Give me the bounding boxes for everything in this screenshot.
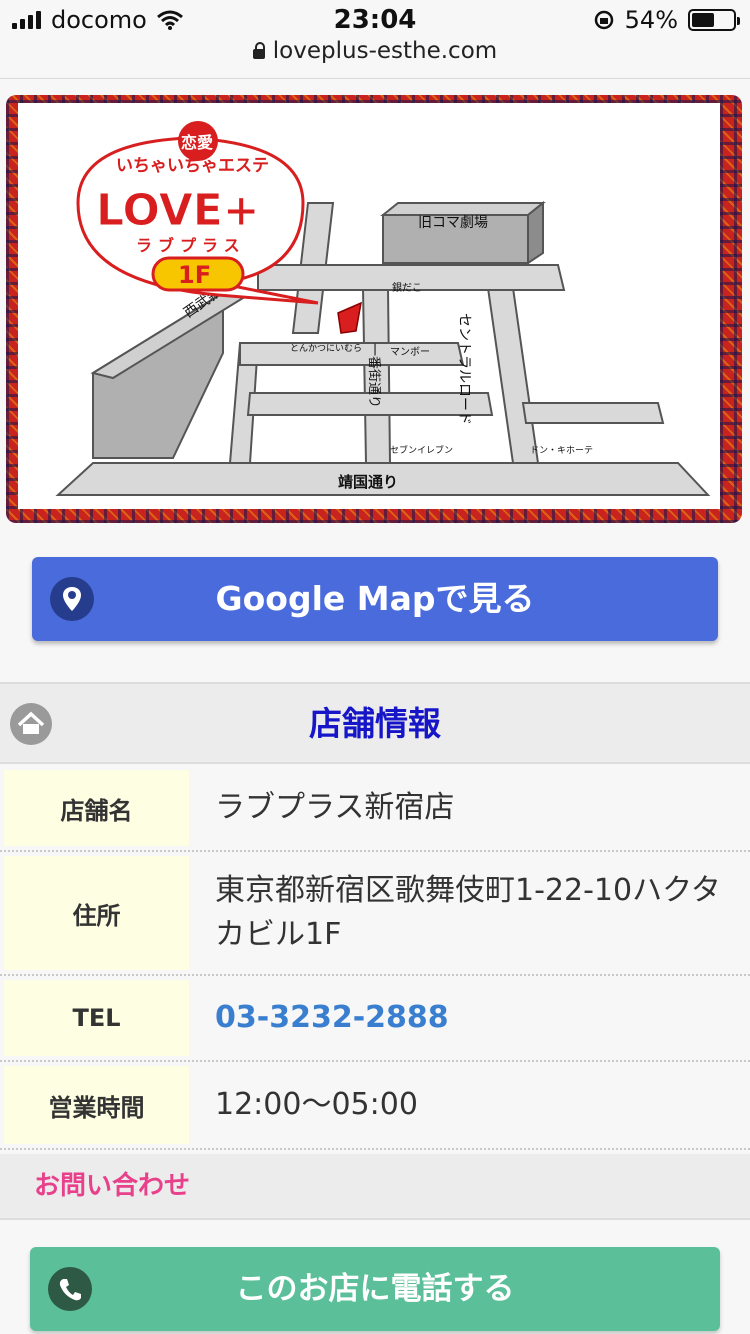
logo-floor: 1F — [178, 261, 211, 289]
store-info-title: 店舗情報 — [309, 704, 441, 743]
status-bar: docomo 23:04 54% — [0, 0, 750, 40]
info-row-name: 店舗名 ラブプラス新宿店 — [0, 766, 750, 852]
store-info-header: 店舗情報 — [0, 682, 750, 764]
contact-header: お問い合わせ — [0, 1154, 750, 1220]
map-label-central-road: セントラルロード — [456, 313, 472, 425]
lock-icon — [252, 42, 265, 59]
info-value: 12:00〜05:00 — [215, 1087, 418, 1122]
orientation-lock-icon — [594, 10, 613, 30]
call-store-button[interactable]: このお店に電話する — [30, 1247, 720, 1331]
logo-badge: 恋愛 — [181, 133, 213, 152]
info-label: TEL — [4, 980, 189, 1056]
info-row-hours: 営業時間 12:00〜05:00 — [0, 1062, 750, 1150]
info-row-address: 住所 東京都新宿区歌舞伎町1-22-10ハクタカビル1F — [0, 852, 750, 976]
access-map: 旧コマ劇場 西武新宿駅 セントラルロード 一番街通り 靖国通り 銀だこ マンボー… — [6, 95, 742, 523]
call-button-label: このお店に電話する — [235, 1271, 515, 1307]
info-label: 営業時間 — [4, 1066, 189, 1144]
logo-main: LOVE+ — [96, 185, 260, 236]
info-value: 東京都新宿区歌舞伎町1-22-10ハクタカビル1F — [215, 873, 721, 952]
url-text: loveplus-esthe.com — [272, 38, 498, 64]
map-svg: 旧コマ劇場 西武新宿駅 セントラルロード 一番街通り 靖国通り 銀だこ マンボー… — [55, 121, 711, 496]
logo-tagline: いちゃいちゃエステ — [116, 156, 269, 176]
map-label-seven: セブンイレブン — [390, 444, 453, 456]
logo-kana: ラブプラス — [136, 236, 246, 255]
map-label-tonkatsu: とんかつにいむら — [290, 343, 362, 354]
map-label-donki: ドン・キホーテ — [530, 445, 593, 456]
tel-link[interactable]: 03-3232-2888 — [191, 976, 750, 1060]
contact-title: お問い合わせ — [34, 1171, 191, 1201]
info-row-tel: TEL 03-3232-2888 — [0, 976, 750, 1062]
battery-icon — [688, 9, 740, 31]
google-map-button[interactable]: Google Mapで見る — [32, 557, 718, 641]
info-value: ラブプラス新宿店 — [215, 790, 455, 825]
map-label-manbo: マンボー — [390, 346, 430, 358]
store-info-table: 店舗名 ラブプラス新宿店 住所 東京都新宿区歌舞伎町1-22-10ハクタカビル1… — [0, 766, 750, 1150]
map-label-ginadako: 銀だこ — [392, 281, 422, 294]
info-label: 住所 — [4, 856, 189, 970]
map-illustration: 旧コマ劇場 西武新宿駅 セントラルロード 一番街通り 靖国通り 銀だこ マンボー… — [18, 103, 720, 509]
info-label: 店舗名 — [4, 770, 189, 846]
map-label-old-koma: 旧コマ劇場 — [418, 215, 488, 231]
map-label-ichibangai: 一番街通り — [366, 343, 381, 408]
google-map-button-label: Google Mapで見る — [215, 579, 535, 618]
battery-percent: 54% — [624, 6, 678, 34]
status-right: 54% — [593, 6, 740, 34]
map-label-yasukuni: 靖国通り — [338, 473, 398, 491]
address-bar[interactable]: loveplus-esthe.com — [0, 38, 750, 79]
